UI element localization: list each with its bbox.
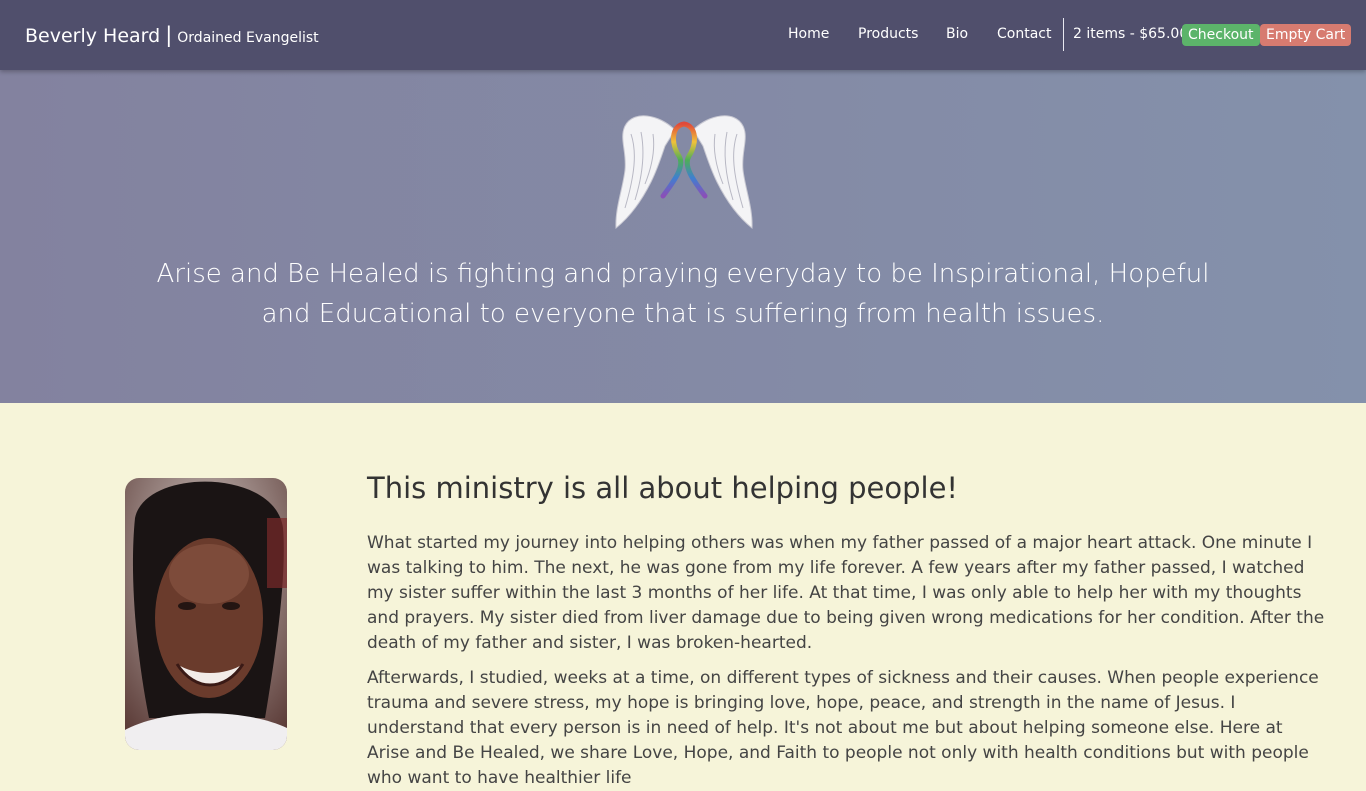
nav-contact[interactable]: Contact (997, 26, 1051, 42)
empty-cart-button[interactable]: Empty Cart (1260, 24, 1352, 46)
brand-separator: | (165, 23, 173, 47)
brand-subtitle: Ordained Evangelist (177, 30, 319, 46)
angel-wings-ribbon-icon (613, 112, 755, 230)
hero-banner: Arise and Be Healed is fighting and pray… (0, 70, 1366, 403)
cart-summary[interactable]: 2 items - $65.00 (1073, 26, 1188, 42)
nav-products[interactable]: Products (858, 26, 918, 42)
profile-photo (125, 478, 287, 750)
navbar: Beverly Heard | Ordained Evangelist Home P… (0, 0, 1366, 70)
nav-bio[interactable]: Bio (946, 26, 968, 42)
brand[interactable]: Beverly Heard | Ordained Evangelist (25, 23, 319, 47)
brand-name[interactable]: Beverly Heard (25, 25, 160, 47)
hero-tagline: Arise and Be Healed is fighting and pray… (156, 259, 1210, 329)
nav-home[interactable]: Home (788, 26, 829, 42)
paragraph: Afterwards, I studied, weeks at a time, … (367, 668, 1319, 788)
checkout-button[interactable]: Checkout (1182, 24, 1260, 46)
main-content: This ministry is all about helping peopl… (0, 403, 1366, 788)
nav-divider (1063, 18, 1064, 51)
section-heading: This ministry is all about helping peopl… (367, 471, 959, 505)
paragraph: What started my journey into helping oth… (367, 533, 1325, 653)
